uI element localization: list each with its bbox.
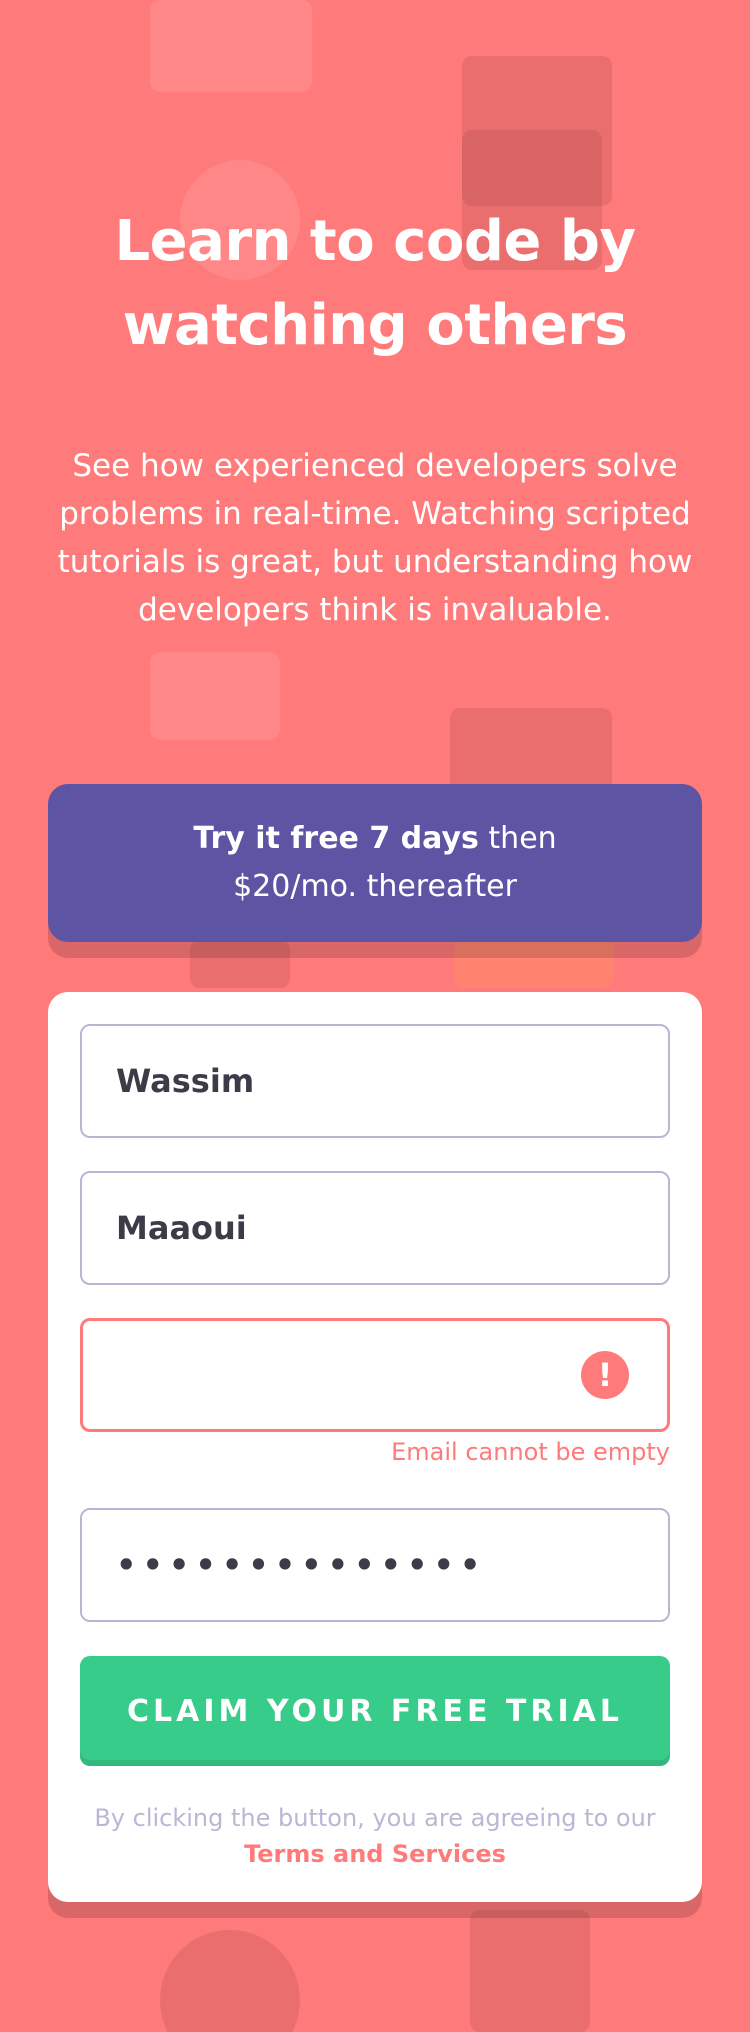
pricing-connector: then	[478, 821, 557, 856]
password-value: ••••••••••••••	[116, 1546, 487, 1584]
terms-prefix: By clicking the button, you are agreeing…	[94, 1804, 656, 1832]
terms-link[interactable]: Terms and Services	[244, 1840, 506, 1868]
email-field[interactable]: !	[80, 1318, 670, 1432]
bg-cart-icon	[190, 940, 290, 988]
bg-chat-icon	[150, 652, 280, 740]
pricing-banner: Try it free 7 days then $20/mo. thereaft…	[48, 784, 702, 942]
bg-house-icon	[150, 0, 312, 92]
last-name-value: Maaoui	[116, 1209, 247, 1247]
first-name-field[interactable]: Wassim	[80, 1024, 670, 1138]
bg-house-bottom-icon	[470, 1910, 590, 2032]
last-name-field[interactable]: Maaoui	[80, 1171, 670, 1285]
hero-section: Learn to code by watching others See how…	[0, 200, 750, 634]
claim-trial-button[interactable]: Claim your free trial	[80, 1656, 670, 1766]
pricing-highlight: Try it free 7 days	[193, 821, 479, 856]
first-name-value: Wassim	[116, 1062, 255, 1100]
page-description: See how experienced developers solve pro…	[57, 448, 693, 628]
password-field[interactable]: ••••••••••••••	[80, 1508, 670, 1622]
error-icon: !	[581, 1351, 629, 1399]
bg-headphones-icon	[160, 1930, 300, 2032]
pricing-line-1: Try it free 7 days then	[48, 815, 702, 863]
terms-notice: By clicking the button, you are agreeing…	[80, 1800, 670, 1872]
bg-box-icon	[454, 940, 614, 988]
signup-form: Wassim Maaoui ! Email cannot be empty ••…	[48, 992, 702, 1902]
email-error-message: Email cannot be empty	[391, 1438, 670, 1466]
pricing-line-2: $20/mo. thereafter	[233, 869, 517, 904]
bg-briefcase-icon	[462, 56, 612, 206]
page-title: Learn to code by watching others	[114, 209, 637, 358]
